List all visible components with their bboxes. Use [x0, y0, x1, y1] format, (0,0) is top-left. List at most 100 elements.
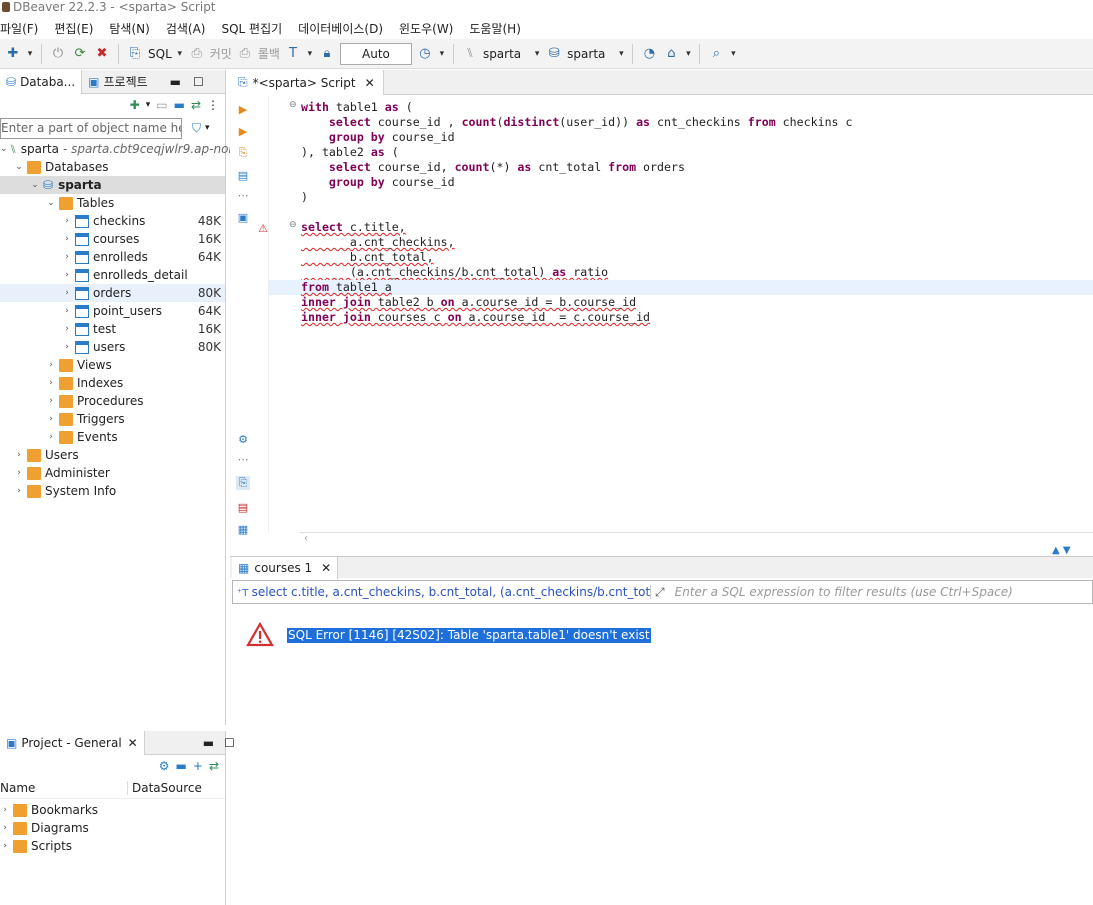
new-connection-icon[interactable]: ✚ — [130, 98, 140, 112]
lock-icon[interactable]: 🔒︎ — [318, 45, 336, 63]
tree-connection[interactable]: ⌄ ⑊ sparta - sparta.cbt9ceqjwlr9.ap-nor — [0, 140, 233, 158]
navigator-filter-input[interactable]: Enter a part of object name here — [0, 117, 182, 139]
datasource-icon[interactable]: ⑊ — [461, 45, 479, 63]
tree-folder-views[interactable]: › Views — [0, 356, 225, 374]
tree-table[interactable]: › enrolleds 64K — [0, 248, 225, 266]
chevron-right-icon[interactable]: › — [46, 360, 56, 370]
history-icon[interactable]: ◷ — [416, 45, 434, 63]
chevron-right-icon[interactable]: › — [0, 823, 10, 833]
project-item-bookmarks[interactable]: › Bookmarks — [0, 801, 225, 819]
tree-table[interactable]: › point_users 64K — [0, 302, 225, 320]
tree-users[interactable]: › Users — [0, 446, 225, 464]
rollback-button[interactable]: 롤백 — [258, 45, 280, 62]
minimize-icon[interactable]: ▬ — [170, 75, 181, 89]
tree-folder-procedures[interactable]: › Procedures — [0, 392, 225, 410]
results-tab[interactable]: ▦ courses 1 ✕ — [232, 557, 339, 579]
schema-dropdown-icon[interactable]: ▾ — [617, 49, 625, 59]
menu-database[interactable]: 데이터베이스(D) — [290, 20, 391, 37]
settings-icon[interactable]: ⚙ — [159, 759, 170, 773]
tree-folder-events[interactable]: › Events — [0, 428, 225, 446]
chevron-right-icon[interactable]: › — [0, 805, 10, 815]
close-icon[interactable]: ✕ — [321, 561, 331, 575]
sql-error-message[interactable]: SQL Error [1146] [42S02]: Table 'sparta.… — [287, 628, 651, 643]
link-editor-icon[interactable]: ⇄ — [209, 759, 219, 773]
sql-editor-icon[interactable]: ⎘ — [126, 45, 144, 63]
chevron-right-icon[interactable]: › — [14, 468, 24, 478]
explain-plan-icon[interactable]: ▤ — [236, 168, 250, 182]
search-icon[interactable]: ⌕ — [707, 45, 725, 63]
chevron-right-icon[interactable]: › — [62, 270, 72, 280]
minimize-icon[interactable]: ▬ — [203, 736, 214, 750]
chevron-down-icon[interactable]: ⌄ — [0, 144, 8, 154]
menu-edit[interactable]: 편집(E) — [46, 20, 101, 37]
tree-table[interactable]: › courses 16K — [0, 230, 225, 248]
network-dropdown-icon[interactable]: ▾ — [684, 49, 692, 59]
new-connection-dropdown-icon[interactable]: ▾ — [26, 49, 34, 59]
editor-horizontal-scrollbar[interactable]: ‹ — [300, 532, 1093, 546]
link-editor-icon[interactable]: ⇄ — [191, 98, 201, 112]
variables-icon[interactable]: ▦ — [236, 522, 250, 536]
tree-folder-indexes[interactable]: › Indexes — [0, 374, 225, 392]
chevron-right-icon[interactable]: › — [46, 378, 56, 388]
more-options-icon[interactable]: ⋮ — [207, 98, 219, 112]
menu-file[interactable]: 파일(F) — [0, 20, 46, 37]
close-icon[interactable]: ✕ — [365, 76, 375, 90]
chevron-right-icon[interactable]: › — [14, 450, 24, 460]
column-datasource[interactable]: DataSource — [128, 781, 202, 795]
new-connection-icon[interactable]: ✚ — [4, 45, 22, 63]
chevron-down-icon[interactable]: ⌄ — [30, 180, 40, 190]
settings-icon[interactable]: ⚙ — [236, 432, 250, 446]
execute-statement-icon[interactable]: ▶ — [236, 102, 250, 116]
tree-table[interactable]: › users 80K — [0, 338, 225, 356]
rollback-icon[interactable]: ⎙ — [236, 45, 254, 63]
chevron-right-icon[interactable]: › — [46, 432, 56, 442]
network-icon[interactable]: ⌂ — [662, 45, 680, 63]
tree-folder-triggers[interactable]: › Triggers — [0, 410, 225, 428]
console-icon[interactable]: ▣ — [236, 210, 250, 224]
transaction-mode-icon[interactable]: T — [284, 45, 302, 63]
tree-databases[interactable]: ⌄ Databases — [0, 158, 225, 176]
tab-project-general[interactable]: ▣ Project - General ✕ — [0, 730, 145, 755]
transaction-mode-box[interactable]: Auto — [339, 42, 412, 65]
history-dropdown-icon[interactable]: ▾ — [438, 49, 446, 59]
database-icon[interactable]: ⛁ — [545, 45, 563, 63]
active-schema[interactable]: sparta — [567, 47, 605, 61]
chevron-right-icon[interactable]: › — [62, 234, 72, 244]
tab-database-navigator[interactable]: ⛁ Databa... — [0, 69, 83, 94]
chevron-right-icon[interactable]: › — [62, 342, 72, 352]
project-item-diagrams[interactable]: › Diagrams — [0, 819, 225, 837]
transaction-dropdown-icon[interactable]: ▾ — [306, 49, 314, 59]
column-name[interactable]: Name — [0, 780, 128, 795]
commit-icon[interactable]: ⎙ — [188, 45, 206, 63]
output-log-icon[interactable]: ▤ — [236, 500, 250, 514]
chevron-right-icon[interactable]: › — [62, 252, 72, 262]
execute-script-icon[interactable]: ▶ — [236, 124, 250, 138]
scroll-left-icon[interactable]: ‹ — [300, 533, 308, 544]
maximize-icon[interactable]: ☐ — [224, 736, 235, 750]
disconnect-icon[interactable]: ✖ — [93, 45, 111, 63]
commit-button[interactable]: 커밋 — [210, 45, 232, 62]
datasource-dropdown-icon[interactable]: ▾ — [533, 49, 541, 59]
more-icon[interactable]: ⋯ — [236, 188, 250, 202]
tree-table[interactable]: › enrolleds_detail — [0, 266, 225, 284]
tree-tables[interactable]: ⌄ Tables — [0, 194, 225, 212]
result-panel-icon[interactable]: ⎘ — [236, 476, 250, 490]
menu-help[interactable]: 도움말(H) — [461, 20, 529, 37]
tree-schema-sparta[interactable]: ⌄ ⛁ sparta — [0, 176, 225, 194]
tree-table[interactable]: › checkins 48K — [0, 212, 225, 230]
chevron-right-icon[interactable]: › — [46, 396, 56, 406]
menu-navigate[interactable]: 탐색(N) — [101, 20, 157, 37]
close-icon[interactable]: ✕ — [128, 736, 138, 750]
active-datasource[interactable]: sparta — [483, 47, 521, 61]
menu-sql-editor[interactable]: SQL 편집기 — [213, 20, 290, 37]
dashboard-icon[interactable]: ◔ — [640, 45, 658, 63]
expand-icon[interactable]: ⤢ — [651, 585, 669, 600]
collapse-all-icon[interactable]: ▬ — [176, 759, 187, 773]
tree-system-info[interactable]: › System Info — [0, 482, 225, 500]
menu-window[interactable]: 윈도우(W) — [391, 20, 461, 37]
chevron-right-icon[interactable]: › — [62, 306, 72, 316]
connect-icon[interactable]: ⏻ — [49, 45, 67, 63]
editor-tab-script[interactable]: ⎘ *<sparta> Script ✕ — [230, 70, 384, 95]
executed-query-text[interactable]: ⁺T select c.title, a.cnt_checkins, b.cnt… — [233, 585, 651, 599]
reconnect-icon[interactable]: ⟳ — [71, 45, 89, 63]
